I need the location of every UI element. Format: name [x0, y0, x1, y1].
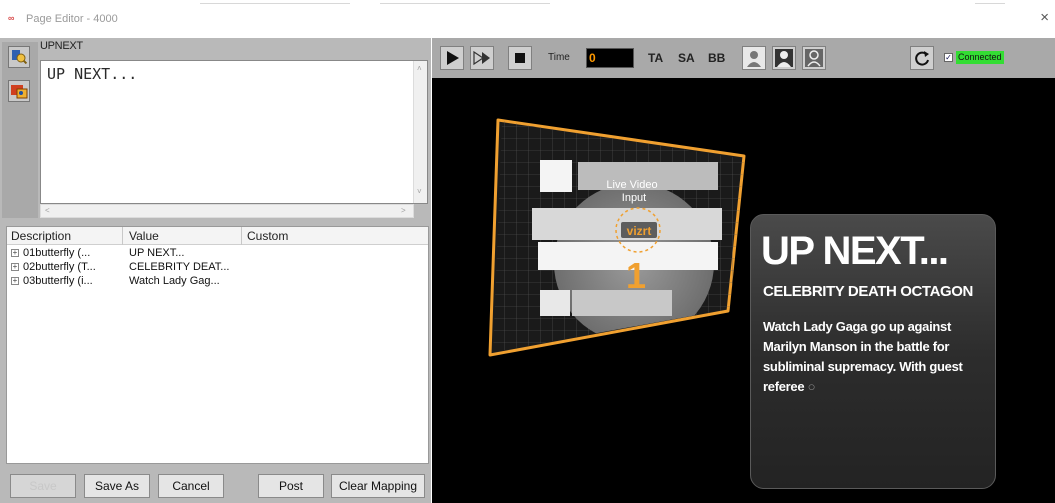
- person-inverted-view-icon[interactable]: [772, 46, 796, 70]
- tool-strip: [2, 42, 38, 218]
- sa-button[interactable]: SA: [678, 51, 695, 65]
- refresh-icon[interactable]: [910, 46, 934, 70]
- column-header-custom[interactable]: Custom: [247, 229, 288, 243]
- playout-toolbar: Time 0 TA SA BB ✓ Connected: [432, 38, 1055, 78]
- column-divider[interactable]: [122, 227, 123, 245]
- upnext-graphic-card: UP NEXT... CELEBRITY DEATH OCTAGON Watch…: [750, 214, 996, 489]
- field-table: Description Value Custom + 01butterfly (…: [6, 226, 429, 464]
- column-header-value[interactable]: Value: [129, 229, 159, 243]
- row-value: CELEBRITY DEAT...: [129, 261, 230, 273]
- person-outline-view-icon[interactable]: [802, 46, 826, 70]
- graphics-preview: Live Video Input vizrt 1 UP NEXT... CELE…: [432, 78, 1055, 503]
- row-value: Watch Lady Gag...: [129, 275, 220, 287]
- close-icon[interactable]: ×: [1040, 10, 1049, 25]
- preview-panel: Time 0 TA SA BB ✓ Connected Live Video I…: [432, 38, 1055, 503]
- template-name: UPNEXT: [40, 40, 83, 52]
- table-row[interactable]: + 01butterfly (... UP NEXT...: [7, 247, 428, 260]
- title-bar-divider: [380, 3, 550, 4]
- row-description: 01butterfly (...: [23, 247, 91, 259]
- expand-icon[interactable]: +: [11, 249, 19, 257]
- time-label: Time: [548, 52, 570, 63]
- post-button[interactable]: Post: [258, 474, 324, 498]
- connected-checkbox[interactable]: ✓: [944, 53, 953, 62]
- row-description: 03butterfly (i...: [23, 275, 93, 287]
- column-header-description[interactable]: Description: [11, 229, 71, 243]
- person-view-icon[interactable]: [742, 46, 766, 70]
- time-value[interactable]: 0: [589, 51, 596, 65]
- scroll-left-icon[interactable]: ˂: [45, 206, 50, 215]
- title-bar-divider: [200, 3, 350, 4]
- card-subtitle: CELEBRITY DEATH OCTAGON: [763, 283, 973, 300]
- vizrt-logo-icon: ∞: [8, 13, 15, 23]
- title-bar: ∞ Page Editor - 4000 ×: [0, 0, 1055, 38]
- expand-icon[interactable]: +: [11, 263, 19, 271]
- template-editor-panel: UPNEXT UP NEXT... ˄ ˅ ˂ ˃ Description Va…: [0, 38, 431, 503]
- connected-status: Connected: [956, 51, 1004, 64]
- cancel-button[interactable]: Cancel: [158, 474, 224, 498]
- expand-icon[interactable]: +: [11, 277, 19, 285]
- table-row[interactable]: + 02butterfly (T... CELEBRITY DEAT...: [7, 261, 428, 274]
- play-icon[interactable]: [440, 46, 464, 70]
- editor-text[interactable]: UP NEXT...: [47, 65, 137, 83]
- row-value: UP NEXT...: [129, 247, 185, 259]
- image-tool-icon[interactable]: [8, 80, 30, 102]
- scroll-right-icon[interactable]: ˃: [401, 206, 406, 215]
- stop-icon[interactable]: [508, 46, 532, 70]
- vertical-scrollbar[interactable]: ˄ ˅: [413, 61, 427, 203]
- template-tool-icon[interactable]: [8, 46, 30, 68]
- horizontal-scrollbar[interactable]: ˂ ˃: [40, 204, 414, 218]
- card-body: Watch Lady Gaga go up against Marilyn Ma…: [763, 317, 991, 397]
- scroll-up-icon[interactable]: ˄: [417, 64, 422, 73]
- card-title: UP NEXT...: [761, 229, 949, 273]
- window-title: Page Editor - 4000: [26, 13, 118, 25]
- video-input-number: 1: [626, 255, 646, 296]
- column-divider[interactable]: [241, 227, 242, 245]
- save-as-button[interactable]: Save As: [84, 474, 150, 498]
- table-row[interactable]: + 03butterfly (i... Watch Lady Gag...: [7, 275, 428, 288]
- title-bar-divider: [975, 3, 1005, 4]
- ta-button[interactable]: TA: [648, 51, 663, 65]
- continue-icon[interactable]: [470, 46, 494, 70]
- save-button[interactable]: Save: [10, 474, 76, 498]
- card-body-text: Watch Lady Gaga go up against Marilyn Ma…: [763, 319, 963, 394]
- clear-mapping-button[interactable]: Clear Mapping: [331, 474, 425, 498]
- video-label-line2: Input: [622, 192, 646, 204]
- table-header: Description Value Custom: [7, 227, 428, 245]
- text-cursor-icon: ○: [807, 379, 816, 394]
- text-editor[interactable]: UP NEXT... ˄ ˅: [40, 60, 428, 204]
- scroll-down-icon[interactable]: ˅: [417, 187, 422, 196]
- vizrt-logo: vizrt: [627, 224, 652, 238]
- row-description: 02butterfly (T...: [23, 261, 96, 273]
- bb-button[interactable]: BB: [708, 51, 725, 65]
- video-label-line1: Live Video: [606, 179, 657, 191]
- time-field[interactable]: 0: [586, 48, 634, 68]
